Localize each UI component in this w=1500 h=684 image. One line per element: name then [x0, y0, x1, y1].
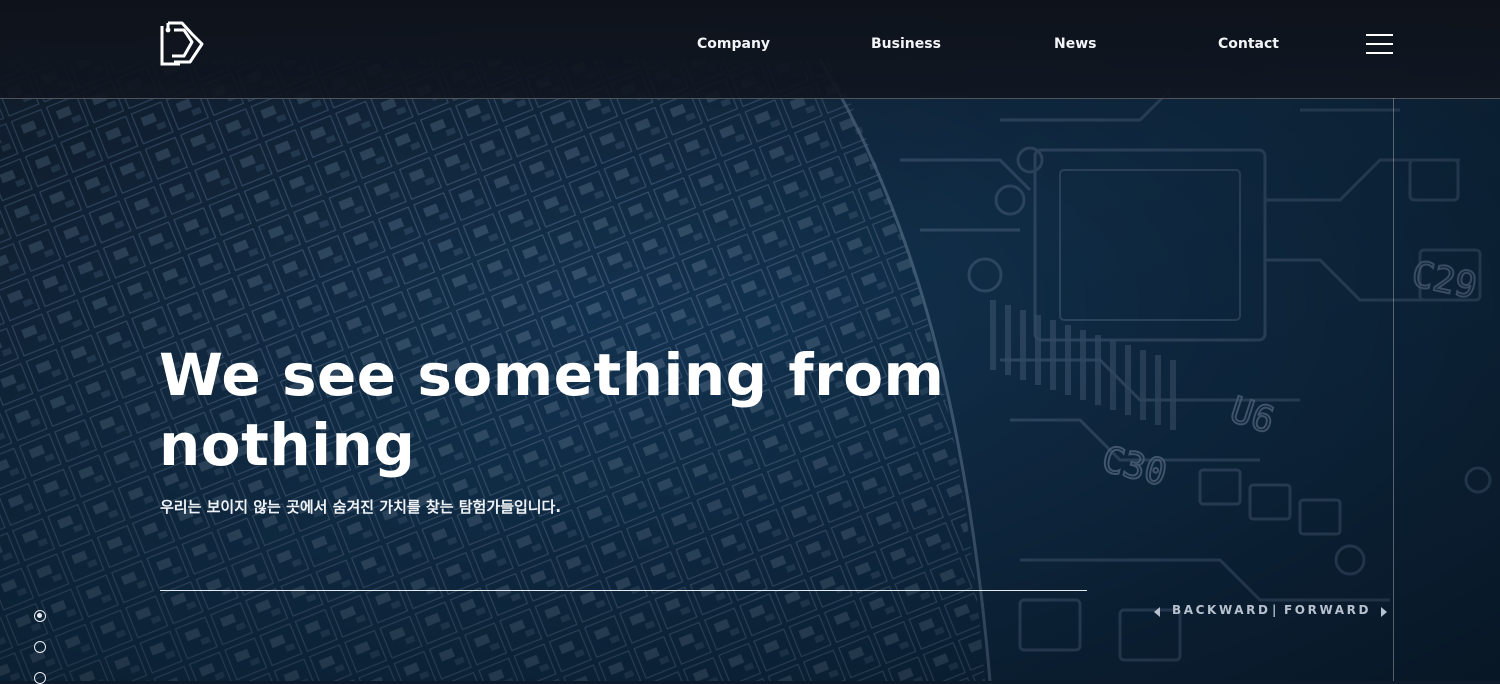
- forward-button[interactable]: FORWARD: [1284, 603, 1371, 617]
- slider-dot-2[interactable]: [34, 641, 46, 653]
- nav-company[interactable]: Company: [697, 36, 770, 52]
- nav-separator: |: [1272, 603, 1279, 617]
- backward-arrow-icon[interactable]: [1154, 607, 1160, 617]
- hero-headline: We see something from nothing: [159, 340, 1019, 480]
- nav-news[interactable]: News: [1054, 36, 1096, 52]
- slide-navigation: BACKWARD | FORWARD: [1150, 603, 1390, 621]
- company-logo-icon[interactable]: [158, 20, 206, 68]
- site-header: Company Business News Contact: [0, 0, 1500, 99]
- vertical-divider: [1393, 98, 1394, 681]
- slider-dot-1[interactable]: [34, 610, 46, 622]
- backward-button[interactable]: BACKWARD: [1172, 603, 1271, 617]
- hero-headline-line2: nothing: [159, 411, 416, 479]
- nav-contact[interactable]: Contact: [1218, 36, 1279, 52]
- hero-subline: 우리는 보이지 않는 곳에서 숨겨진 가치를 찾는 탐험가들입니다.: [160, 498, 562, 516]
- hero-divider: [160, 590, 1087, 591]
- hamburger-menu-icon[interactable]: [1366, 34, 1394, 54]
- slider-dot-3[interactable]: [34, 672, 46, 684]
- nav-business[interactable]: Business: [871, 36, 941, 52]
- hero-headline-line1: We see something from: [159, 341, 945, 409]
- forward-arrow-icon[interactable]: [1381, 607, 1387, 617]
